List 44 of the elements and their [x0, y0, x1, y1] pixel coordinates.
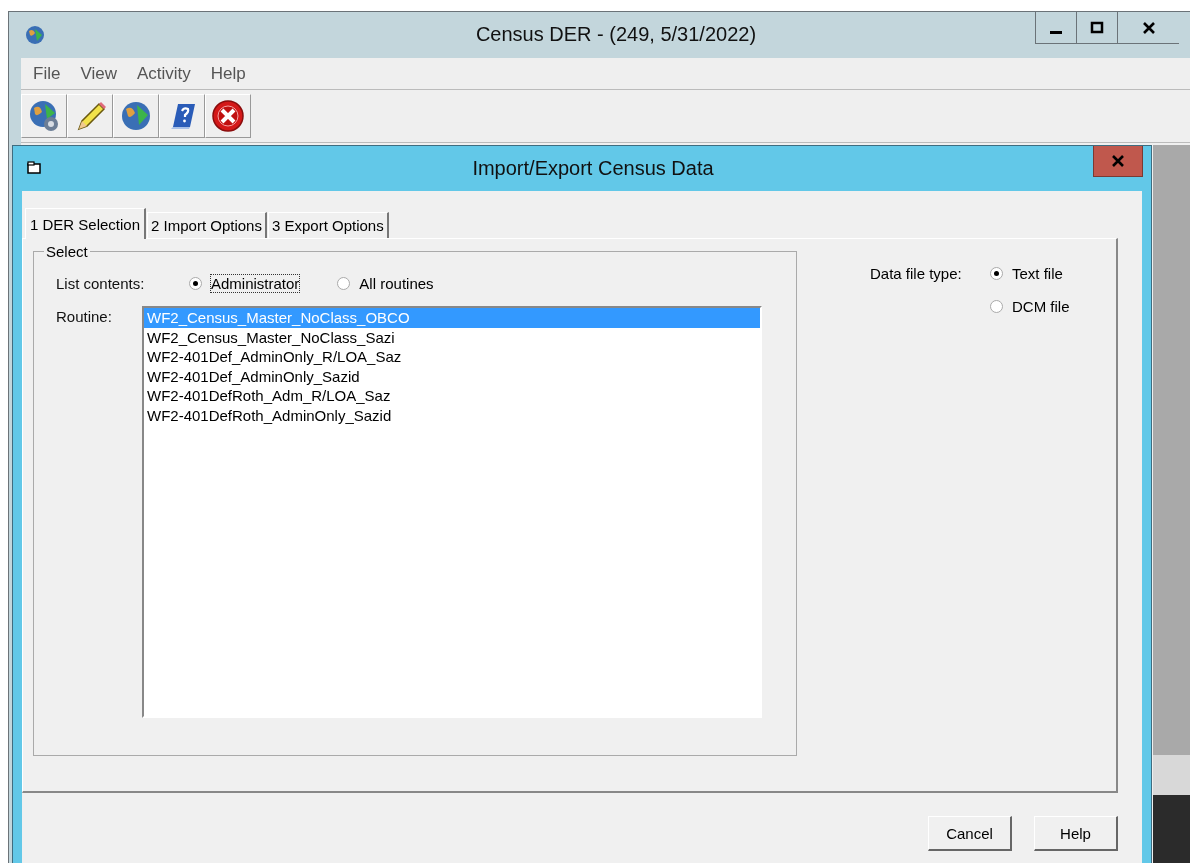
close-icon [1111, 155, 1125, 167]
radio-button[interactable] [990, 267, 1003, 280]
tab[interactable]: 2 Import Options [147, 212, 267, 238]
dialog-button[interactable]: Help [1034, 816, 1118, 851]
toolbar-button[interactable] [67, 94, 113, 138]
tab[interactable]: 1 DER Selection [25, 208, 147, 239]
minimize-button[interactable] [1035, 12, 1077, 44]
globe-icon [25, 25, 45, 45]
window-icon [27, 161, 43, 175]
field-label: Routine: [56, 307, 113, 327]
close-icon [211, 99, 245, 133]
list-item[interactable]: WF2-401Def_AdminOnly_R/LOA_Saz [144, 347, 760, 367]
close-icon [1141, 20, 1156, 35]
menu-item[interactable]: File [33, 63, 61, 84]
group-title: Select [45, 243, 89, 260]
radio-option[interactable]: DCM file [990, 298, 1070, 315]
radio-option[interactable]: Administrator [189, 274, 300, 292]
radio-option[interactable]: Text file [990, 265, 1070, 282]
window-title: Census DER - (249, 5/31/2022) [475, 23, 757, 46]
toolbar-button[interactable] [205, 94, 251, 138]
radio-button[interactable] [337, 276, 351, 290]
routine-list[interactable]: WF2_Census_Master_NoClass_OBCO WF2_Census_Master_NoClass_Sazi WF2-401Def_AdminOnly_R/LOA_Saz WF2-401Def_AdminOnly_Sazid WF2-401DefRoth_Adm_R/LOA_Saz WF2-401DefRoth_AdminOnly_Sazid [142, 306, 762, 718]
menu-item[interactable]: View [80, 63, 117, 84]
tab[interactable]: 3 Export Options [267, 212, 389, 238]
field-label: Data file type: [870, 265, 963, 284]
toolbar-button[interactable] [159, 94, 205, 138]
list-item[interactable]: WF2-401Def_AdminOnly_Sazid [144, 366, 760, 386]
maximize-icon [1090, 20, 1104, 35]
menu-item[interactable]: Activity [136, 63, 191, 84]
globe-icon [119, 99, 153, 133]
field-label: List contents: [56, 274, 146, 292]
list-item[interactable]: WF2_Census_Master_NoClass_Sazi [144, 327, 760, 347]
radio-button[interactable] [189, 276, 202, 290]
list-item[interactable]: WF2-401DefRoth_AdminOnly_Sazid [144, 405, 760, 425]
list-item[interactable]: WF2-401DefRoth_Adm_R/LOA_Saz [144, 386, 760, 406]
toolbar-button[interactable] [21, 94, 67, 138]
dialog-button[interactable]: Cancel [928, 816, 1012, 851]
radio-button[interactable] [990, 300, 1003, 313]
toolbar-button[interactable] [113, 94, 159, 138]
globe-gear-icon [27, 99, 61, 133]
minimize-icon [1050, 31, 1062, 34]
dialog-title: Import/Export Census Data [472, 157, 714, 180]
radio-option[interactable]: All routines [337, 274, 434, 292]
menu-item[interactable]: Help [210, 63, 246, 84]
